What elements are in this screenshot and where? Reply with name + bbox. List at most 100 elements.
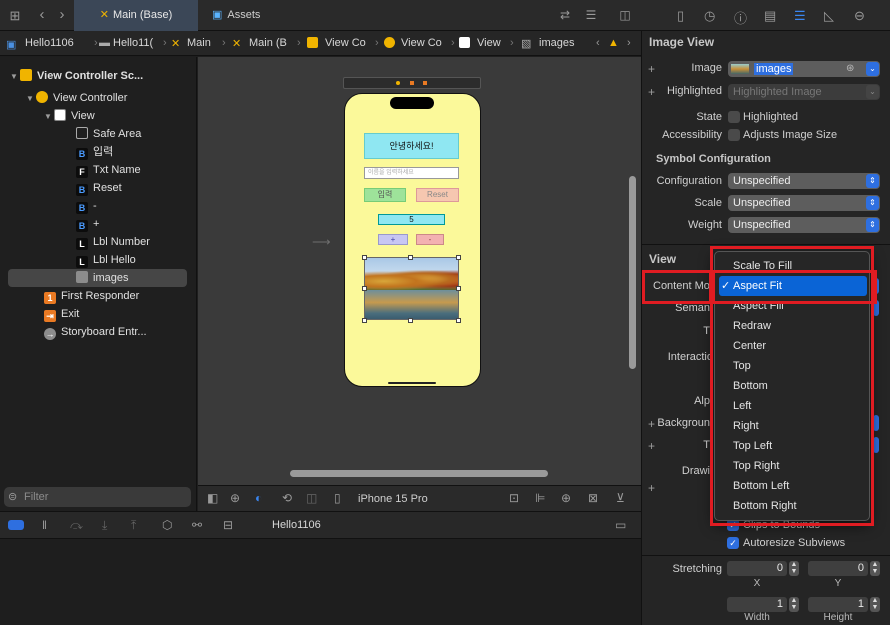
weight-select[interactable]: Unspecified ⇕ [728,217,880,233]
chevron-left-icon[interactable]: ‹ [596,37,600,49]
minus-button[interactable]: - [416,234,444,245]
memory-graph-icon[interactable]: ⚯ [192,518,202,532]
step-over-icon[interactable]: ⤼ [70,518,83,533]
breadcrumb-item[interactable]: Hello11( [113,37,153,49]
hello-label[interactable]: 안녕하세요! [364,133,459,159]
canvas-scrollbar-horizontal[interactable] [290,470,548,477]
resize-handle[interactable] [362,255,367,260]
outline-item-first-responder[interactable]: 1 First Responder [0,287,197,305]
breadcrumb-item[interactable]: Hello1106 [25,37,74,49]
breadcrumb-item[interactable]: View Co [401,37,442,49]
breadcrumb-item[interactable]: View Co [325,37,366,49]
stretch-x-stepper-icon[interactable]: ▲ ▼ [789,561,799,576]
stretch-x-field[interactable]: 0 [727,561,787,576]
document-outline-icon[interactable]: ◧ [207,491,218,505]
scene-dock[interactable] [343,77,481,89]
canvas-scrollbar-vertical[interactable] [629,176,636,369]
scale-select[interactable]: Unspecified ⇕ [728,195,880,211]
outline-item-reset[interactable]: B Reset [0,179,197,197]
breadcrumb-item[interactable]: Main [187,37,211,49]
connections-inspector-icon[interactable]: ⊖ [854,8,865,24]
back-icon[interactable]: ‹ [36,6,48,23]
breadcrumb-item[interactable]: images [539,37,574,49]
chevron-updown-icon[interactable]: ⇕ [866,196,879,210]
tab-main-base[interactable]: ✕ Main (Base) [74,0,198,31]
list-icon[interactable]: ☰ [582,8,600,22]
grid-icon[interactable]: ⊞ [8,8,22,24]
debug-console[interactable] [0,539,641,625]
resize-handle[interactable] [362,318,367,323]
images-image-view[interactable] [364,257,459,320]
outline-item-view-controller[interactable]: ▼ View Controller [0,89,197,107]
hide-debug-area-icon[interactable]: ▭ [615,518,626,532]
add-variation-icon[interactable]: + [648,481,655,495]
outline-item-lbl-number[interactable]: L Lbl Number [0,233,197,251]
chevron-down-icon[interactable]: ⌄ [866,85,879,99]
pin-constraints-icon[interactable]: ⊕ [561,491,571,505]
outline-item-view[interactable]: ▼ View [0,107,197,125]
stretch-width-field[interactable]: 1 [727,597,787,612]
step-out-icon[interactable]: ⤒ [131,518,136,533]
outline-item-txt-name[interactable]: F Txt Name [0,161,197,179]
adjusts-image-size-checkbox[interactable] [728,129,740,141]
pause-icon[interactable]: ‖ [42,518,47,532]
history-inspector-icon[interactable]: ◷ [704,8,715,24]
image-combo[interactable]: images ⊛ ⌄ [728,61,880,77]
number-label[interactable]: 5 [378,214,445,225]
stretch-height-field[interactable]: 1 [808,597,868,612]
stretch-y-field[interactable]: 0 [808,561,868,576]
name-text-field[interactable]: 이름을 입력하세요 [364,167,459,179]
exit-dock-icon[interactable] [423,81,427,85]
resize-handle[interactable] [408,318,413,323]
outline-item-lbl-hello[interactable]: L Lbl Hello [0,251,197,269]
device-icon[interactable]: ▯ [334,491,341,505]
outline-item-input-button[interactable]: B 입력 [0,143,197,161]
step-in-icon[interactable]: ⤓ [102,518,107,533]
outline-item-minus[interactable]: B- [0,197,197,215]
responder-dock-icon[interactable] [410,81,414,85]
stretch-height-stepper-icon[interactable]: ▲ ▼ [870,597,880,612]
stretch-width-stepper-icon[interactable]: ▲ ▼ [789,597,799,612]
embed-in-icon[interactable]: ⊻ [616,491,625,505]
configuration-select[interactable]: Unspecified ⇕ [728,173,880,189]
input-button[interactable]: 입력 [364,188,406,202]
identity-inspector-icon[interactable]: ▤ [764,8,776,24]
attributes-inspector-icon[interactable]: ☰ [794,8,806,24]
outline-item-storyboard-entry[interactable]: → Storyboard Entr... [0,323,197,341]
highlighted-image-combo[interactable]: Highlighted Image ⌄ [728,84,880,100]
tab-assets[interactable]: ▣ Assets [212,0,312,31]
forward-icon[interactable]: › [56,6,68,23]
split-editor-icon[interactable]: ◫ [618,8,632,22]
outline-item-scene[interactable]: ▼ View Controller Sc... [0,67,197,85]
layout-icon[interactable]: ◫ [306,491,317,505]
reset-button[interactable]: Reset [416,188,459,202]
chevron-down-icon[interactable]: ⌄ [866,62,879,76]
file-inspector-icon[interactable]: ▯ [677,8,684,24]
add-variation-icon[interactable]: + [648,417,655,431]
chevron-down-icon[interactable]: ▼ [10,68,20,86]
arrow-circle-icon[interactable]: ⊛ [846,61,854,77]
zoom-fit-icon[interactable]: ⊡ [509,491,519,505]
resize-handle[interactable] [362,286,367,291]
add-variation-icon[interactable]: + [648,62,655,76]
outline-item-plus[interactable]: B + [0,215,197,233]
view-debugger-icon[interactable]: ⬡ [162,518,172,532]
outline-item-exit[interactable]: ⇥ Exit [0,305,197,323]
chevron-updown-icon[interactable]: ⇕ [866,174,879,188]
outline-item-images[interactable]: images [0,269,197,287]
warning-icon[interactable]: ▲ [608,37,619,49]
device-name[interactable]: iPhone 15 Pro [358,493,428,505]
accessibility-icon[interactable]: ⊕ [230,491,240,505]
stretch-y-stepper-icon[interactable]: ▲ ▼ [870,561,880,576]
breadcrumb-item[interactable]: View [477,37,501,49]
breakpoints-toggle-icon[interactable] [8,520,24,530]
appearance-icon[interactable]: ◐ [255,491,262,505]
resize-handle[interactable] [408,255,413,260]
help-inspector-icon[interactable]: ⓘ [734,8,747,27]
breadcrumb-item[interactable]: Main (B [249,37,287,49]
resize-handle[interactable] [456,286,461,291]
resolve-issues-icon[interactable]: ⊠ [588,491,598,505]
swap-icon[interactable]: ⇄ [558,8,572,22]
add-variation-icon[interactable]: + [648,439,655,453]
chevron-updown-icon[interactable]: ⇕ [866,218,879,232]
